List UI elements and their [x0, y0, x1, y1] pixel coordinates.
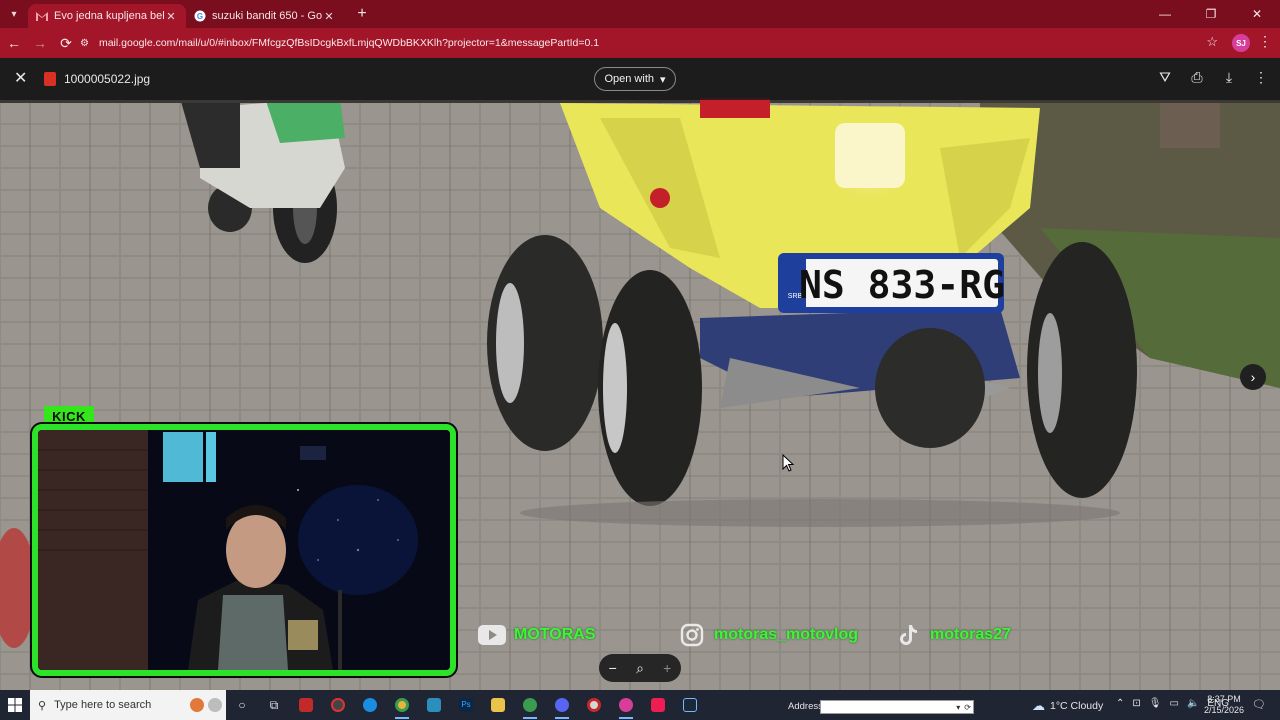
zoom-out-button[interactable]: −: [609, 660, 617, 676]
new-tab-button[interactable]: +: [350, 5, 374, 23]
add-to-drive-icon[interactable]: ⛛: [1156, 69, 1174, 86]
caret-down-icon: ▾: [660, 73, 666, 86]
url-field[interactable]: ⚙ mail.google.com/mail/u/0/#inbox/FMfcgz…: [80, 32, 1220, 54]
tiktok-app-icon[interactable]: [642, 690, 674, 720]
svg-text:G: G: [197, 12, 203, 21]
mouse-cursor-icon: [782, 454, 794, 472]
tab-gmail[interactable]: Evo jedna kupljena bebica leti i ✕: [28, 4, 186, 28]
viewer-toolbar: ✕ 1000005022.jpg Open with ▾ ⛛ ⎙ ⤓ ⋮: [0, 58, 1280, 100]
tiktok-name: motoras27: [930, 626, 1011, 643]
profile-avatar[interactable]: SJ: [1232, 34, 1250, 52]
tab-strip: ▾ Evo jedna kupljena bebica leti i ✕ G s…: [0, 0, 1280, 28]
browser-menu-icon[interactable]: ⋮: [1258, 33, 1272, 50]
webcam-overlay: [32, 424, 456, 676]
notifications-icon[interactable]: 🗨: [1252, 698, 1266, 711]
forward-button[interactable]: →: [28, 31, 52, 55]
clock-date: 2/15/2026: [1203, 705, 1245, 715]
download-icon[interactable]: ⤓: [1220, 69, 1238, 86]
image-file-icon: [44, 72, 56, 86]
print-icon[interactable]: ⎙: [1188, 69, 1206, 86]
bookmark-star-icon[interactable]: ☆: [1206, 34, 1218, 50]
recorder-icon[interactable]: [578, 690, 610, 720]
network-icon[interactable]: ⊡: [1132, 698, 1140, 709]
windows-start-button[interactable]: [0, 690, 30, 720]
address-bar-row: ← → ⟳ ⚙ mail.google.com/mail/u/0/#inbox/…: [0, 28, 1280, 58]
tab-close-icon[interactable]: ✕: [322, 10, 336, 23]
webcam-feed: [38, 430, 450, 670]
chrome-secondary-icon[interactable]: [610, 690, 642, 720]
search-placeholder: Type here to search: [54, 699, 152, 711]
basketball-icon: [190, 698, 204, 712]
display-icon[interactable]: ▭: [1169, 698, 1178, 709]
gmail-icon: [36, 10, 48, 22]
address-toolbar-label: Address: [788, 701, 823, 712]
image-viewer: SRB NS 833-RG ✕ 1000005022.jpg Open with…: [0, 58, 1280, 690]
microphone-icon[interactable]: 🎙: [1149, 698, 1162, 709]
search-icon: ⚲: [38, 699, 47, 712]
photoshop-icon[interactable]: Ps: [450, 690, 482, 720]
close-viewer-icon[interactable]: ✕: [14, 68, 27, 88]
adobe-icon[interactable]: [290, 690, 322, 720]
task-view-icon[interactable]: ⧉: [258, 690, 290, 720]
next-image-button[interactable]: ›: [1240, 364, 1266, 390]
tab-close-icon[interactable]: ✕: [164, 10, 178, 23]
youtube-icon: [478, 624, 506, 646]
discord-icon[interactable]: [546, 690, 578, 720]
open-with-button[interactable]: Open with ▾: [594, 67, 676, 91]
instagram-handle: motoras_motovlog: [678, 623, 859, 647]
reload-button[interactable]: ⟳: [54, 31, 78, 55]
taskbar-clock[interactable]: 8:37 PM 2/15/2026: [1202, 694, 1246, 716]
google-icon: G: [194, 10, 206, 22]
url-text: mail.google.com/mail/u/0/#inbox/FMfcgzQf…: [98, 37, 600, 49]
weather-widget[interactable]: ☁ 1°C Cloudy: [1032, 698, 1103, 714]
go-icon[interactable]: ⟳: [964, 703, 971, 712]
instagram-icon: [678, 623, 706, 647]
close-window-icon[interactable]: ✕: [1234, 0, 1280, 28]
cortana-icon[interactable]: ○: [226, 690, 258, 720]
instagram-name: motoras_motovlog: [714, 626, 859, 643]
youtube-name: MOTORAS: [514, 626, 596, 643]
dropdown-icon[interactable]: ▾: [956, 703, 960, 712]
tab-title: Evo jedna kupljena bebica leti i: [54, 10, 164, 22]
tiktok-icon: [894, 624, 922, 646]
tiktok-handle: motoras27: [894, 624, 1011, 646]
steam-icon[interactable]: [674, 690, 706, 720]
zoom-in-button[interactable]: +: [663, 660, 671, 676]
zoom-controls: − ⌕ +: [599, 654, 681, 682]
back-button[interactable]: ←: [2, 31, 26, 55]
file-name: 1000005022.jpg: [64, 72, 151, 86]
kick-badge: KICK: [44, 406, 94, 426]
chrome-icon[interactable]: [386, 690, 418, 720]
tab-google[interactable]: G suzuki bandit 650 - Google Sea ✕: [186, 4, 344, 28]
youtube-handle: MOTORAS: [478, 624, 595, 646]
open-with-label: Open with: [604, 73, 654, 85]
windows-logo-icon: [8, 698, 22, 712]
window-controls: — ❐ ✕: [1142, 0, 1280, 28]
chrome-profile-icon[interactable]: [514, 690, 546, 720]
more-options-icon[interactable]: ⋮: [1252, 69, 1270, 86]
restore-icon[interactable]: ❐: [1188, 0, 1234, 28]
volume-icon[interactable]: 🔈: [1187, 698, 1199, 709]
weather-text: 1°C Cloudy: [1050, 700, 1104, 712]
tab-search-icon[interactable]: ▾: [0, 0, 28, 28]
site-info-icon[interactable]: ⚙: [80, 38, 89, 49]
plate-number: NS 833-RG: [799, 263, 1005, 307]
show-hidden-icons[interactable]: ⌃: [1116, 698, 1124, 709]
minimize-icon[interactable]: —: [1142, 0, 1188, 28]
opera-icon[interactable]: [322, 690, 354, 720]
file-explorer-icon[interactable]: [482, 690, 514, 720]
edge-icon[interactable]: [354, 690, 386, 720]
clock-time: 8:37 PM: [1207, 694, 1241, 704]
search-highlight-icon: [208, 698, 222, 712]
address-toolbar-input[interactable]: ▾ ⟳: [820, 700, 974, 714]
viewer-actions: ⛛ ⎙ ⤓ ⋮: [1156, 69, 1270, 86]
taskbar-search-box[interactable]: ⚲ Type here to search: [30, 690, 226, 720]
zoom-reset-icon[interactable]: ⌕: [636, 660, 644, 677]
cloud-icon: ☁: [1032, 698, 1045, 713]
tab-title: suzuki bandit 650 - Google Sea: [212, 10, 322, 22]
app-icon[interactable]: [418, 690, 450, 720]
